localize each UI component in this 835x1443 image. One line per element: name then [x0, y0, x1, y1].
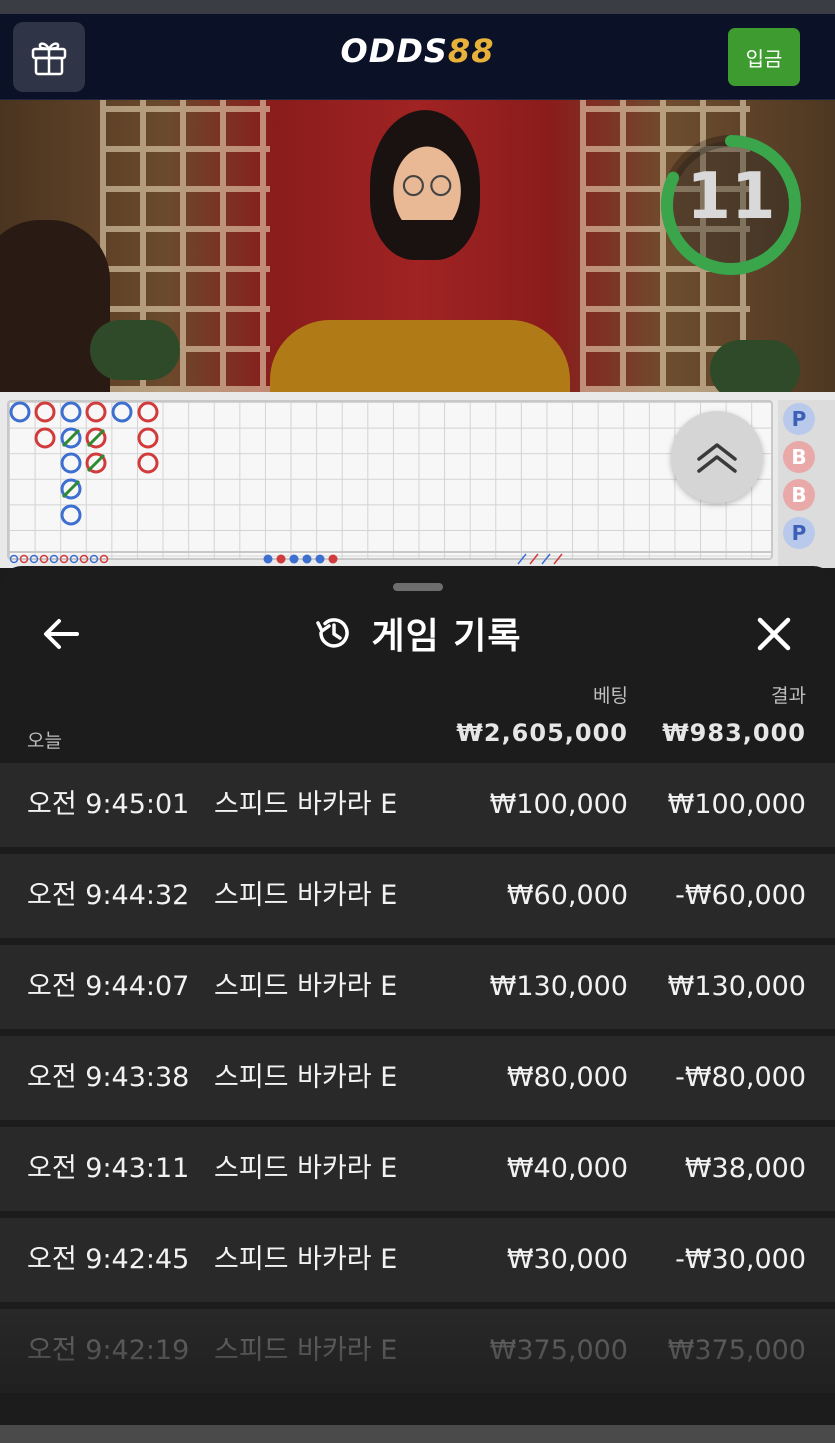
- row-result: ₩130,000: [667, 971, 806, 1002]
- total-bet: ₩2,605,000: [456, 719, 628, 747]
- road-mark-red: [34, 427, 56, 449]
- road-mark-blue: [60, 401, 82, 423]
- row-time: 오전 9:42:45: [27, 1244, 190, 1275]
- game-history-panel: 게임 기록 베팅 결과 오늘 ₩2,605,000 ₩983,000 오전 9:…: [0, 566, 835, 1443]
- row-game: 스피드 바카라 E: [214, 789, 398, 820]
- row-bet: ₩60,000: [506, 880, 628, 911]
- result-player-badge: P: [783, 517, 815, 549]
- drag-handle[interactable]: [393, 583, 443, 591]
- dealer-face: [393, 146, 461, 220]
- home-indicator-bar: [0, 1425, 835, 1443]
- history-icon: [316, 618, 350, 648]
- row-bet: ₩130,000: [489, 971, 628, 1002]
- row-game: 스피드 바카라 E: [214, 1153, 398, 1184]
- panel-title: 게임 기록: [371, 616, 522, 657]
- logo-accent-text: 88: [447, 32, 495, 70]
- top-bar: ODDS88 입금: [0, 14, 835, 100]
- bonsai-right: [710, 340, 800, 392]
- roadmap-marks: [7, 401, 773, 565]
- road-mark-red: [137, 452, 159, 474]
- player-silhouette: [0, 220, 110, 392]
- history-row[interactable]: 오전 9:44:32 스피드 바카라 E ₩60,000 -₩60,000: [0, 854, 835, 938]
- road-mark-red: [137, 427, 159, 449]
- bet-column-header: 베팅: [593, 685, 628, 707]
- row-result: ₩100,000: [667, 789, 806, 820]
- result-banker-badge: B: [783, 479, 815, 511]
- road-mark-red: [137, 401, 159, 423]
- row-result: -₩60,000: [675, 880, 806, 911]
- road-mark-red: [85, 401, 107, 423]
- countdown-number: 11: [686, 160, 776, 234]
- row-game: 스피드 바카라 E: [214, 1335, 398, 1366]
- row-result: ₩375,000: [667, 1335, 806, 1366]
- road-mark-blue: [111, 401, 133, 423]
- today-label: 오늘: [27, 730, 62, 752]
- row-time: 오전 9:43:11: [27, 1153, 190, 1184]
- logo-text: ODDS: [340, 32, 448, 70]
- road-mark-blue: [9, 401, 31, 423]
- history-row[interactable]: 오전 9:43:11 스피드 바카라 E ₩40,000 ₩38,000: [0, 1127, 835, 1211]
- result-column-header: 결과: [771, 685, 806, 707]
- expand-roadmap-button[interactable]: [671, 411, 763, 503]
- row-game: 스피드 바카라 E: [214, 971, 398, 1002]
- result-banker-badge: B: [783, 441, 815, 473]
- panel-header: 게임 기록: [0, 610, 835, 657]
- row-bet: ₩30,000: [506, 1244, 628, 1275]
- road-mark-blue: [60, 452, 82, 474]
- brand-logo: ODDS88: [0, 32, 835, 70]
- row-result: -₩80,000: [675, 1062, 806, 1093]
- row-result: ₩38,000: [684, 1153, 806, 1184]
- row-bet: ₩375,000: [489, 1335, 628, 1366]
- dealer-body: [270, 320, 570, 392]
- history-row[interactable]: 오전 9:42:45 스피드 바카라 E ₩30,000 -₩30,000: [0, 1218, 835, 1302]
- row-bet: ₩80,000: [506, 1062, 628, 1093]
- row-time: 오전 9:44:07: [27, 971, 190, 1002]
- bonsai-left: [90, 320, 180, 380]
- row-game: 스피드 바카라 E: [214, 880, 398, 911]
- deposit-button[interactable]: 입금: [728, 28, 800, 86]
- close-icon: [757, 617, 791, 651]
- row-bet: ₩40,000: [506, 1153, 628, 1184]
- row-result: -₩30,000: [675, 1244, 806, 1275]
- row-time: 오전 9:45:01: [27, 789, 190, 820]
- row-time: 오전 9:44:32: [27, 880, 190, 911]
- row-game: 스피드 바카라 E: [214, 1244, 398, 1275]
- result-player-badge: P: [783, 403, 815, 435]
- row-bet: ₩100,000: [489, 789, 628, 820]
- row-time: 오전 9:42:19: [27, 1335, 190, 1366]
- road-mark-blue: [60, 504, 82, 526]
- history-row[interactable]: 오전 9:45:01 스피드 바카라 E ₩100,000 ₩100,000: [0, 763, 835, 847]
- double-chevron-up-icon: [697, 443, 737, 473]
- status-strip: [0, 0, 835, 14]
- row-time: 오전 9:43:38: [27, 1062, 190, 1093]
- history-row[interactable]: 오전 9:44:07 스피드 바카라 E ₩130,000 ₩130,000: [0, 945, 835, 1029]
- history-row[interactable]: 오전 9:42:19 스피드 바카라 E ₩375,000 ₩375,000: [0, 1309, 835, 1393]
- total-result: ₩983,000: [662, 719, 806, 747]
- close-button[interactable]: [750, 610, 798, 658]
- history-row[interactable]: 오전 9:43:38 스피드 바카라 E ₩80,000 -₩80,000: [0, 1036, 835, 1120]
- row-game: 스피드 바카라 E: [214, 1062, 398, 1093]
- road-mark-red: [34, 401, 56, 423]
